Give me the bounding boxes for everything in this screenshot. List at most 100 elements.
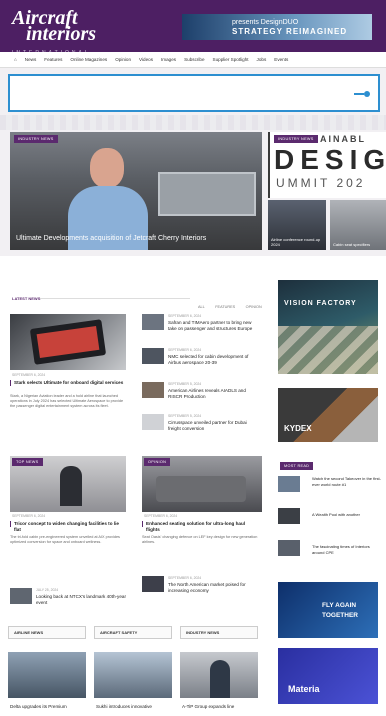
mid-list-1-title[interactable]: Looking back at NTCX's landmark 40th-yea… (36, 594, 128, 606)
header-ad-banner[interactable]: presents DesignDUO STRATEGY REIMAGINED (182, 14, 372, 40)
latest-tabs: ALL FEATURES OPINION (192, 295, 262, 313)
feature-title[interactable]: Stark selects Ultimate for onboard digit… (14, 380, 126, 386)
latest-item-4-thumb[interactable] (142, 414, 164, 430)
search-input[interactable] (8, 74, 380, 112)
latest-item-2-title[interactable]: NMC selected for cabin development of Ai… (168, 354, 260, 366)
opinion-body: Seat Oasis' changing defence on LEF key … (142, 535, 258, 544)
seat-shape (156, 476, 246, 502)
aircraft-safety-header[interactable]: AIRCRAFT SAFETY (94, 626, 172, 639)
hero-caption: Ultimate Developments acquisition of Jet… (16, 235, 207, 242)
design-banner-badge: INDUSTRY NEWS (274, 135, 318, 143)
fly-again-ad[interactable]: FLY AGAIN TOGETHER (278, 582, 378, 638)
feature-date: SEPTEMBER 6, 2024 (12, 373, 46, 377)
airline-news-header[interactable]: AIRLINE NEWS (8, 626, 86, 639)
nav-online-magazines[interactable]: Online Magazines (70, 57, 107, 62)
latest-item-3-title[interactable]: American Airlines reveals AIADLS and RIS… (168, 388, 260, 400)
industry-news-caption[interactable]: A-TiP Group expands line (182, 704, 258, 710)
aircraft-safety-caption[interactable]: Sukhi introduces innovative (96, 704, 172, 710)
top-news-title[interactable]: Tricor concept to widen changing facilit… (14, 521, 126, 533)
latest-item-1-title[interactable]: Safran and TIMAero partner to bring new … (168, 320, 260, 332)
nav-images[interactable]: Images (161, 57, 176, 62)
airline-news-image[interactable] (8, 652, 86, 698)
mid-list-1-thumb[interactable] (10, 588, 32, 604)
opinion-badge: OPINION (144, 458, 171, 466)
side-thumb-2-title: Cabin seat specifiers (333, 242, 371, 247)
industry-news-image[interactable] (180, 652, 258, 698)
feature-body: Stark, a Nigerian Aviation leader and a … (10, 394, 124, 408)
cabin-attendant-shape (60, 466, 82, 506)
most-read-3-thumb[interactable] (278, 540, 300, 556)
kydex-title: KYDEX (284, 424, 312, 433)
vision-factory-title: VISION FACTORY (284, 300, 357, 307)
top-news-body: The tri-fold cabin pre-engineered system… (10, 535, 120, 544)
fly-again-line-2: TOGETHER (322, 612, 358, 619)
airline-news-caption[interactable]: Delta upgrades its Premium (10, 704, 86, 710)
decorative-strip (0, 115, 386, 130)
nav-features[interactable]: Features (44, 57, 62, 62)
latest-item-3-thumb[interactable] (142, 382, 164, 398)
mid-list-2-date: SEPTEMBER 6, 2024 (168, 576, 202, 580)
most-read-badge: MOST READ (280, 462, 314, 470)
industry-news-header[interactable]: INDUSTRY NEWS (180, 626, 258, 639)
nav-supplier-spotlight[interactable]: Supplier Spotlight (213, 57, 249, 62)
hero-article[interactable]: Ultimate Developments acquisition of Jet… (10, 132, 262, 250)
opinion-date: SEPTEMBER 6, 2024 (144, 514, 178, 518)
header-ad-line-1: presents DesignDUO (232, 19, 299, 26)
logo-line-2: interiors (26, 23, 97, 45)
latest-item-1-date: SEPTEMBER 6, 2024 (168, 314, 202, 318)
nav-news[interactable]: News (25, 57, 37, 62)
opinion-title[interactable]: Enhanced seating solution for ultra-long… (146, 521, 260, 533)
tab-all[interactable]: ALL (198, 305, 205, 309)
feature-image[interactable] (10, 314, 126, 370)
vision-factory-pattern (278, 326, 378, 374)
nav-videos[interactable]: Videos (139, 57, 153, 62)
aircraft-safety-image[interactable] (94, 652, 172, 698)
page: Aircraft interiors INTERNATIONAL present… (0, 0, 386, 716)
nav-jobs[interactable]: Jobs (257, 57, 267, 62)
header-ad-line-2: STRATEGY REIMAGINED (232, 27, 348, 36)
fly-again-line-1: FLY AGAIN (322, 602, 357, 609)
opinion-marker (142, 521, 143, 527)
latest-news-heading: LATEST NEWS (12, 296, 41, 301)
most-read-2-title[interactable]: A Wealth Pool with another (312, 512, 382, 518)
latest-item-4-date: SEPTEMBER 5, 2024 (168, 414, 202, 418)
person-shape (210, 660, 230, 698)
mid-list-2-title[interactable]: The North American market poised for inc… (168, 582, 260, 594)
materia-ad[interactable]: Materia (278, 648, 378, 704)
latest-item-2-thumb[interactable] (142, 348, 164, 364)
site-header: Aircraft interiors INTERNATIONAL present… (0, 0, 386, 56)
latest-item-3-date: SEPTEMBER 5, 2024 (168, 382, 202, 386)
hero-machine-image (158, 172, 256, 216)
nav-events[interactable]: Events (274, 57, 288, 62)
mid-list-1-date: JULY 25, 2024 (36, 588, 59, 592)
feature-marker (10, 380, 11, 386)
top-news-badge: TOP NEWS (12, 458, 43, 466)
top-news-date: SEPTEMBER 6, 2024 (12, 514, 46, 518)
materia-title: Materia (288, 684, 320, 694)
design-banner-bottom: UMMIT 202 (276, 176, 366, 190)
search-icon[interactable] (364, 91, 370, 97)
nav-home[interactable]: ⌂ (14, 57, 17, 62)
latest-item-1-thumb[interactable] (142, 314, 164, 330)
design-banner-top: AINABL (320, 134, 366, 144)
latest-item-4-title[interactable]: Cirrusspace unveiled partner for Dubai f… (168, 420, 260, 432)
main-nav: ⌂ News Features Online Magazines Opinion… (0, 52, 386, 68)
tab-opinion[interactable]: OPINION (246, 305, 262, 309)
most-read-2-thumb[interactable] (278, 508, 300, 524)
side-thumb-2[interactable]: Cabin seat specifiers (330, 200, 386, 250)
design-banner-word: DESIGN (274, 144, 386, 175)
top-news-marker (10, 521, 11, 527)
side-thumb-1-title: Airline conference round-up 2024 (271, 237, 321, 247)
most-read-1-title[interactable]: Watch the second Takeover in the first-e… (312, 476, 382, 488)
most-read-1-thumb[interactable] (278, 476, 300, 492)
tab-features[interactable]: FEATURES (215, 305, 235, 309)
side-thumbnails: Airline conference round-up 2024 Cabin s… (268, 200, 386, 250)
nav-subscribe[interactable]: Subscribe (184, 57, 204, 62)
vision-factory-ad[interactable]: VISION FACTORY (278, 280, 378, 374)
mid-list-2-thumb[interactable] (142, 576, 164, 592)
side-thumb-1[interactable]: Airline conference round-up 2024 (268, 200, 326, 250)
kydex-ad[interactable]: KYDEX (278, 388, 378, 442)
hero-face (90, 148, 124, 188)
most-read-3-title[interactable]: The fascinating times of Interiors aroun… (312, 544, 382, 556)
nav-opinion[interactable]: Opinion (115, 57, 131, 62)
